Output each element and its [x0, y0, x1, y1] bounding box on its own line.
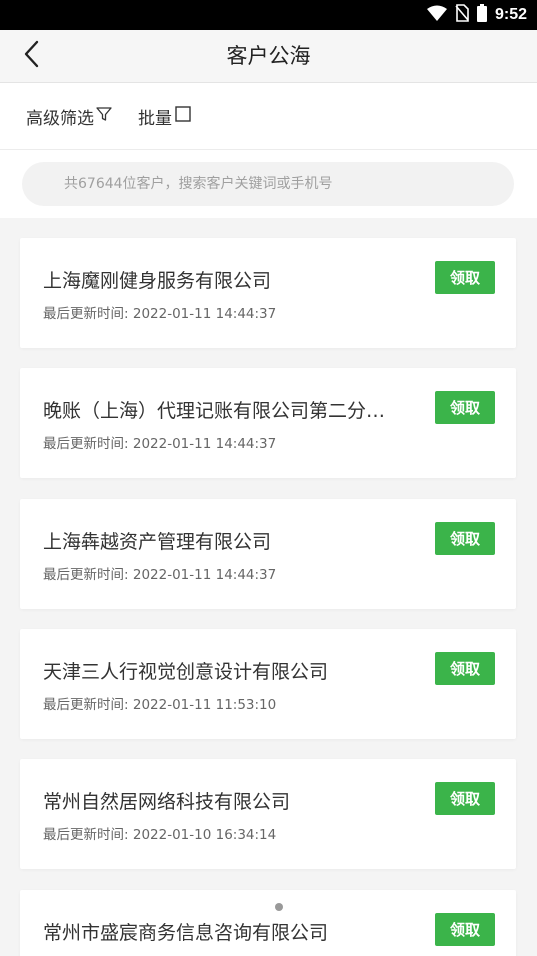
battery-icon: [476, 4, 487, 26]
claim-button[interactable]: 领取: [435, 652, 495, 685]
customer-name: 天津三人行视觉创意设计有限公司: [43, 661, 329, 683]
last-updated-value: 2022-01-11 11:53:10: [132, 697, 277, 713]
claim-button[interactable]: 领取: [435, 391, 495, 424]
customer-card[interactable]: 常州市盛宸商务信息咨询有限公司 领取: [20, 890, 516, 956]
customer-card[interactable]: 上海魔刚健身服务有限公司 最后更新时间: 2022-01-11 14:44:37…: [20, 238, 516, 348]
page-title: 客户公海: [226, 44, 311, 68]
claim-button[interactable]: 领取: [435, 782, 495, 815]
last-updated-label: 最后更新时间:: [43, 697, 129, 713]
customer-name: 上海魔刚健身服务有限公司: [43, 270, 272, 292]
last-updated-label: 最后更新时间:: [43, 567, 129, 583]
last-updated-value: 2022-01-11 14:44:37: [132, 436, 277, 452]
advanced-filter-button[interactable]: 高级筛选: [26, 103, 112, 129]
search-input[interactable]: [22, 162, 514, 206]
customer-name: 常州自然居网络科技有限公司: [43, 791, 291, 813]
customer-card[interactable]: 晚账（上海）代理记账有限公司第二分公司 最后更新时间: 2022-01-11 1…: [20, 368, 516, 478]
filter-icon: [94, 106, 112, 127]
claim-button[interactable]: 领取: [435, 913, 495, 946]
no-sim-icon: [455, 4, 469, 26]
last-updated-value: 2022-01-10 16:34:14: [132, 827, 277, 843]
last-updated-value: 2022-01-11 14:44:37: [132, 306, 277, 322]
search-area: [0, 150, 537, 218]
last-updated-label: 最后更新时间:: [43, 436, 129, 452]
claim-button[interactable]: 领取: [435, 261, 495, 294]
advanced-filter-label: 高级筛选: [26, 108, 94, 129]
last-updated-label: 最后更新时间:: [43, 306, 129, 322]
status-icons: 9:52: [426, 4, 527, 26]
app-header: 客户公海: [0, 30, 537, 83]
last-updated-value: 2022-01-11 14:44:37: [132, 567, 277, 583]
last-updated: 最后更新时间: 2022-01-11 14:44:37: [43, 432, 276, 452]
last-updated: 最后更新时间: 2022-01-10 16:34:14: [43, 823, 276, 843]
customer-name: 晚账（上海）代理记账有限公司第二分公司: [43, 400, 403, 422]
checkbox-icon: [172, 105, 192, 128]
customer-name: 常州市盛宸商务信息咨询有限公司: [43, 922, 329, 944]
batch-select-button[interactable]: 批量: [138, 103, 192, 129]
clock: 9:52: [494, 6, 527, 23]
wifi-icon: [426, 5, 447, 25]
batch-select-label: 批量: [138, 108, 172, 129]
scroll-indicator: [275, 903, 283, 911]
customer-card[interactable]: 上海犇越资产管理有限公司 最后更新时间: 2022-01-11 14:44:37…: [20, 499, 516, 609]
status-bar: 9:52: [0, 0, 537, 30]
customer-card[interactable]: 天津三人行视觉创意设计有限公司 最后更新时间: 2022-01-11 11:53…: [20, 629, 516, 739]
filter-bar: 高级筛选 批量: [0, 83, 537, 150]
last-updated-label: 最后更新时间:: [43, 827, 129, 843]
last-updated: 最后更新时间: 2022-01-11 14:44:37: [43, 302, 276, 322]
customer-list: 上海魔刚健身服务有限公司 最后更新时间: 2022-01-11 14:44:37…: [0, 218, 537, 956]
claim-button[interactable]: 领取: [435, 522, 495, 555]
customer-name: 上海犇越资产管理有限公司: [43, 531, 272, 553]
customer-card[interactable]: 常州自然居网络科技有限公司 最后更新时间: 2022-01-10 16:34:1…: [20, 759, 516, 869]
last-updated: 最后更新时间: 2022-01-11 11:53:10: [43, 693, 276, 713]
last-updated: 最后更新时间: 2022-01-11 14:44:37: [43, 563, 276, 583]
